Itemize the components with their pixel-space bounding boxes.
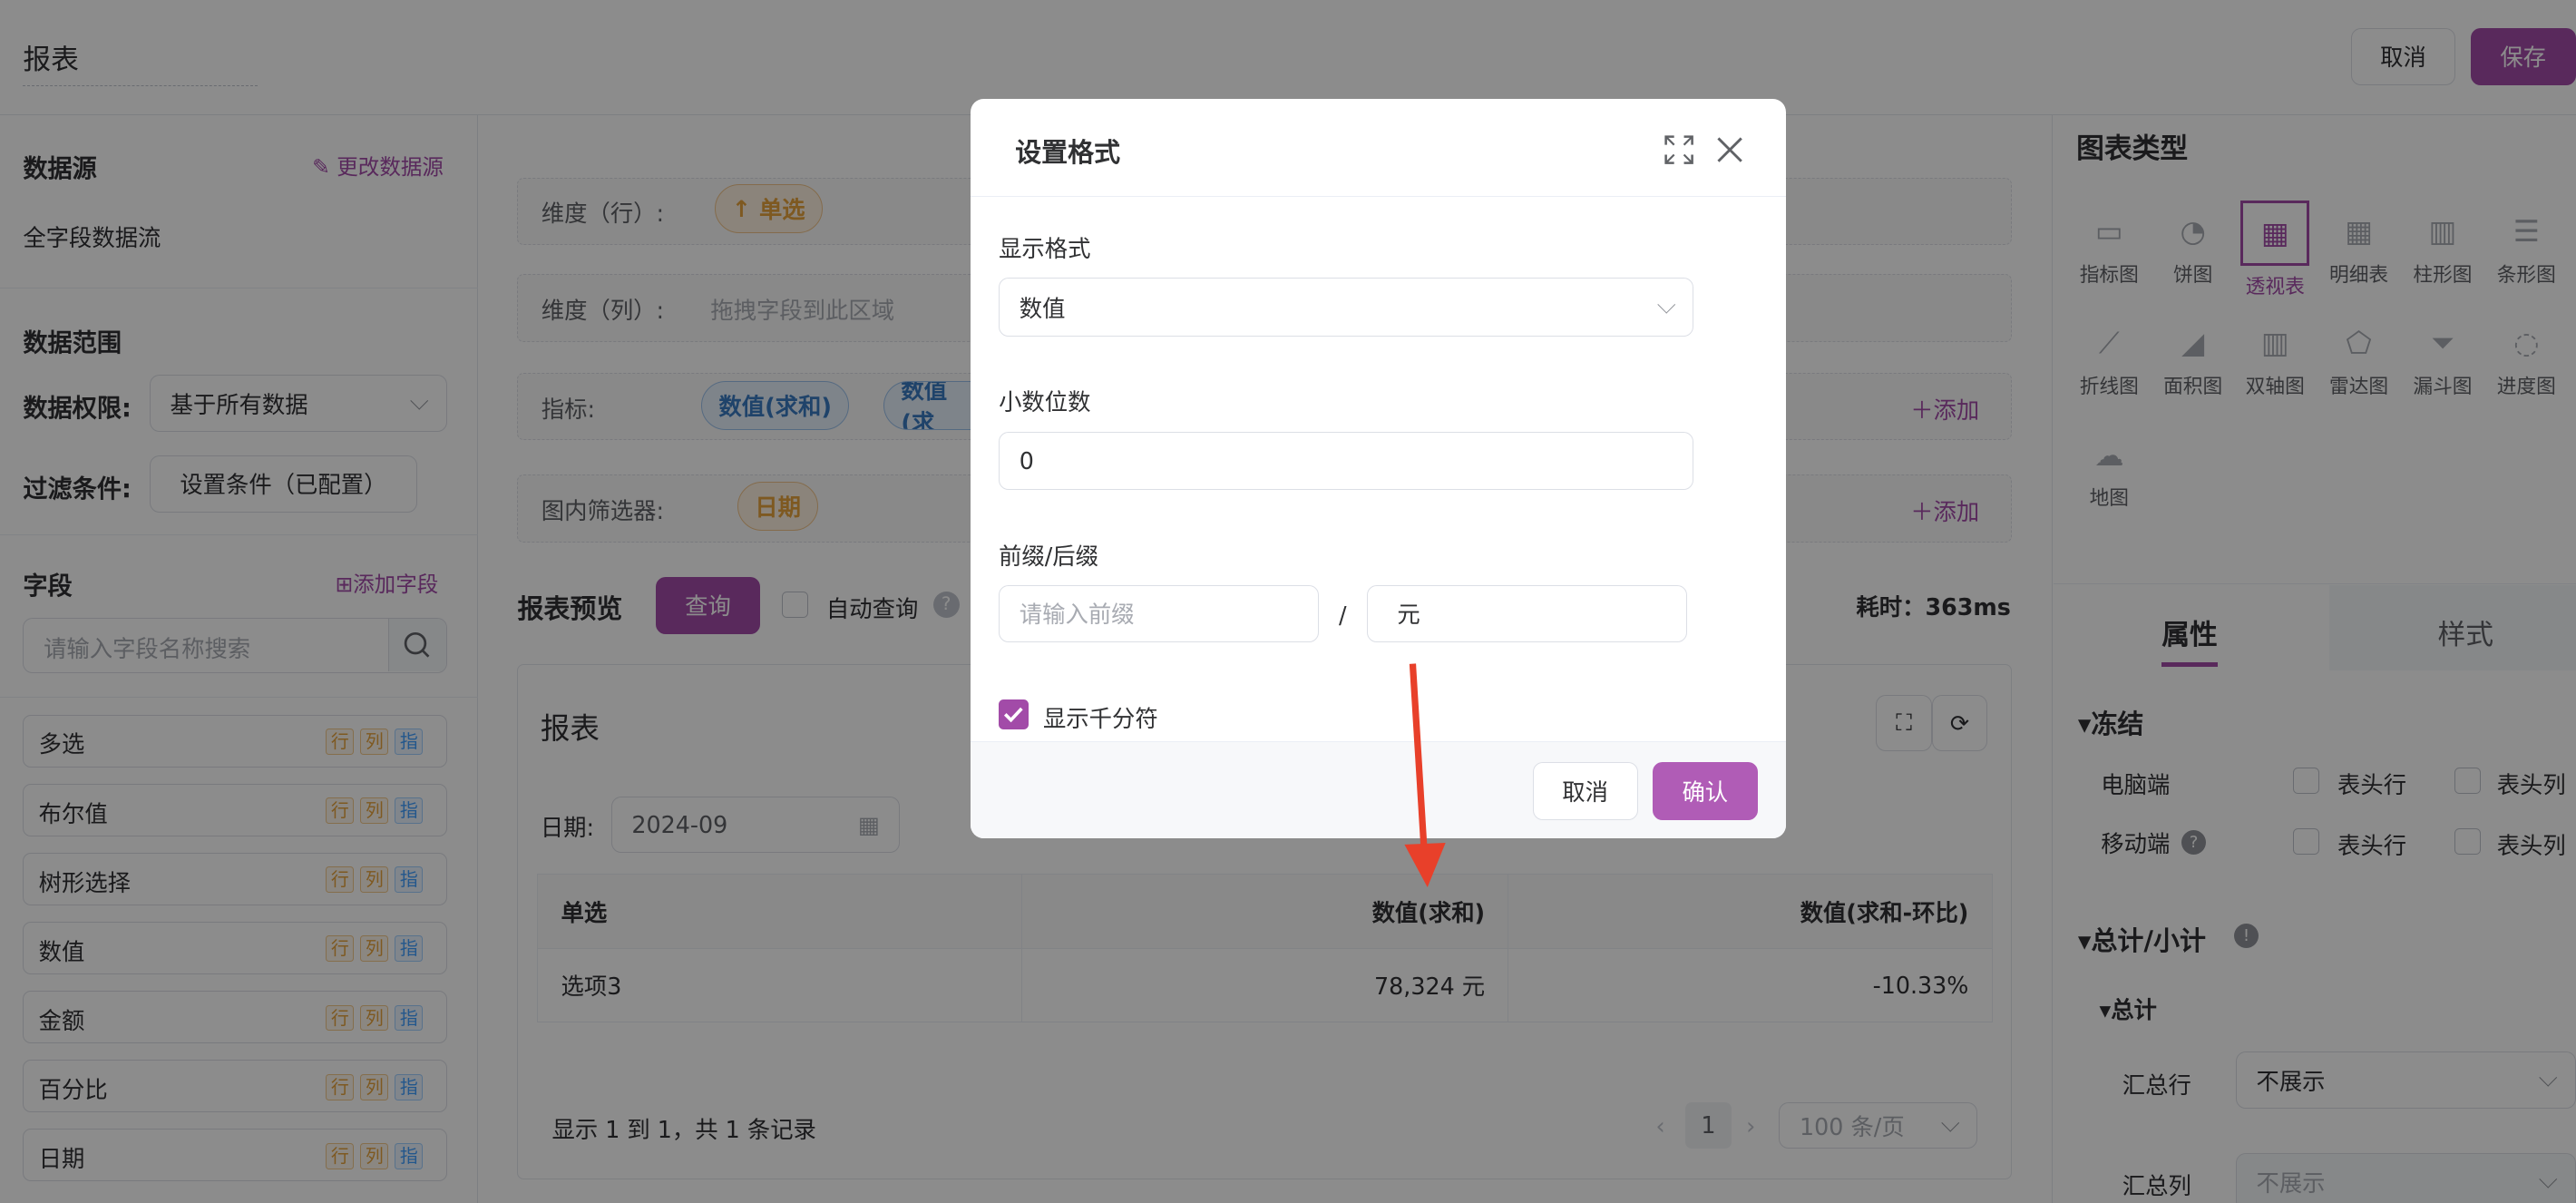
report-editor: 报表 取消 保存 数据源 ✎ 更改数据源 全字段数据流 数据范围 数据权限: 基…: [0, 0, 2576, 1203]
annotation-arrow: [1404, 663, 1446, 887]
